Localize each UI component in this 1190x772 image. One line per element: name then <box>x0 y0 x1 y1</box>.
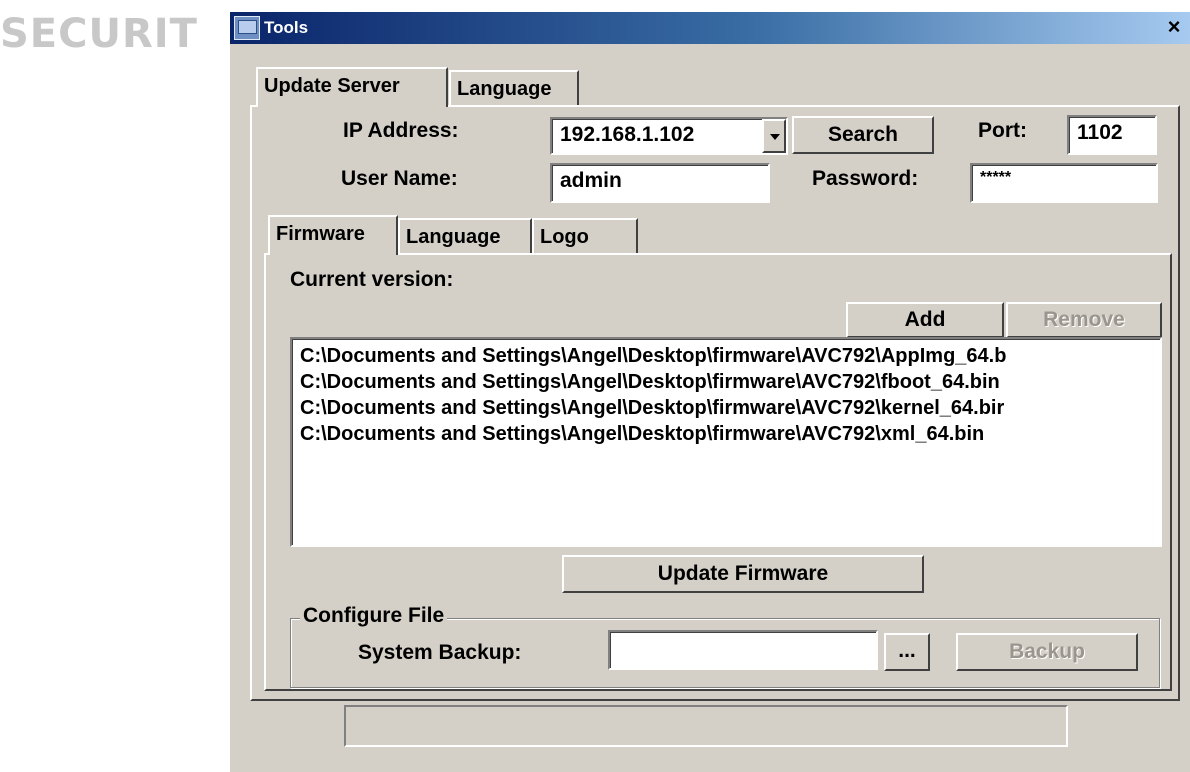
current-version-label: Current version: <box>290 268 454 291</box>
watermark-text: SECURIT <box>0 11 198 57</box>
title-bar[interactable]: Tools × <box>230 12 1190 44</box>
search-button[interactable]: Search <box>792 116 934 154</box>
tools-window: Tools × Update Server Language IP Addres… <box>230 12 1190 772</box>
configure-file-label: Configure File <box>300 604 448 628</box>
system-backup-label: System Backup: <box>358 641 522 664</box>
ip-address-combo[interactable]: 192.168.1.102 <box>550 117 788 155</box>
tab-update-server[interactable]: Update Server <box>256 67 448 107</box>
port-field[interactable]: 1102 <box>1067 115 1157 155</box>
list-item[interactable]: C:\Documents and Settings\Angel\Desktop\… <box>300 343 1152 369</box>
backup-path-field[interactable] <box>608 630 878 670</box>
browse-button[interactable]: ... <box>884 633 930 671</box>
backup-button[interactable]: Backup <box>956 633 1138 671</box>
close-icon[interactable]: × <box>1160 14 1188 40</box>
status-bar <box>344 705 1068 747</box>
update-firmware-button[interactable]: Update Firmware <box>562 555 924 593</box>
tab-language-outer[interactable]: Language <box>449 70 579 106</box>
tab-logo[interactable]: Logo <box>532 218 638 254</box>
app-icon <box>234 16 260 40</box>
window-title: Tools <box>264 18 309 37</box>
remove-button[interactable]: Remove <box>1006 302 1162 338</box>
password-field[interactable]: ***** <box>970 163 1158 203</box>
password-label: Password: <box>812 167 919 190</box>
tab-firmware[interactable]: Firmware <box>268 215 398 255</box>
chevron-down-icon[interactable] <box>762 119 786 153</box>
user-name-field[interactable]: admin <box>550 163 770 203</box>
firmware-file-list[interactable]: C:\Documents and Settings\Angel\Desktop\… <box>290 337 1162 547</box>
ip-address-label: IP Address: <box>343 119 459 142</box>
list-item[interactable]: C:\Documents and Settings\Angel\Desktop\… <box>300 369 1152 395</box>
list-item[interactable]: C:\Documents and Settings\Angel\Desktop\… <box>300 395 1152 421</box>
list-item[interactable]: C:\Documents and Settings\Angel\Desktop\… <box>300 421 1152 447</box>
user-name-label: User Name: <box>341 167 458 190</box>
ip-address-value: 192.168.1.102 <box>560 123 695 146</box>
tab-language-inner[interactable]: Language <box>398 218 532 254</box>
port-label: Port: <box>978 119 1027 142</box>
add-button[interactable]: Add <box>846 302 1004 338</box>
